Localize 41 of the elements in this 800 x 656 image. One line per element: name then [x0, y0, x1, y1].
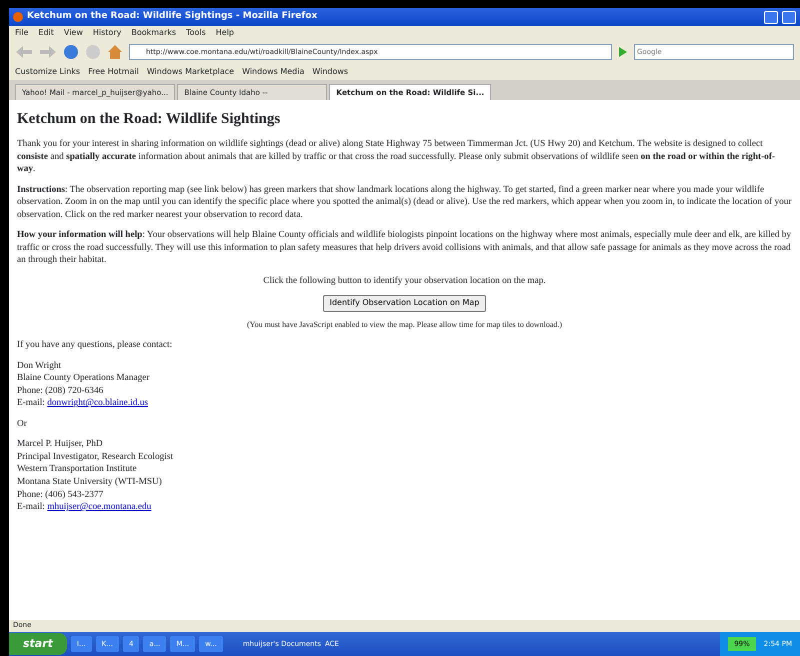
instruction-text: Click the following button to identify your observation location on the map. [262, 274, 547, 288]
identify-location-button[interactable]: Identify Observation Location on Map [322, 295, 486, 312]
bookmark-link[interactable]: Free Hotmail [88, 66, 139, 78]
minimize-button[interactable] [764, 10, 778, 24]
bookmark-link[interactable]: Windows Marketplace [146, 66, 234, 78]
start-button[interactable]: start [9, 632, 67, 656]
contact-line: Phone: (208) 720-6346 [17, 384, 104, 398]
paragraph: How your information will help: Your observations will help Blaine County officials and wildlife biologists pinpoint locations on the highway where most animals, especially mule deer and elk, are killed by traffic or cross the road successfully. They will use this information to plan safety measures that help drivers avoid collisions with animals, and that allow safe passage for animals as they move across the road an through their habitat. [17, 229, 792, 267]
contact-line: Principal Investigator, Research Ecologist [17, 450, 174, 464]
contact-intro: If you have any questions, please contact: [17, 339, 174, 352]
menu-item[interactable]: Help [216, 27, 234, 39]
contact-line: Phone: (406) 543-2377 [17, 488, 104, 502]
menu-item[interactable]: Bookmarks [131, 27, 176, 39]
window-title: Ketchum on the Road: Wildlife Sightings - Mozilla Firefox [27, 10, 318, 24]
bookmark-link[interactable]: Windows [312, 66, 348, 78]
note-text: (You must have JavaScript enabled to view the map. Please allow time for map tiles to download.) [246, 320, 564, 332]
forward-icon[interactable] [39, 45, 57, 59]
menu-item[interactable]: History [92, 27, 122, 39]
go-icon[interactable] [618, 46, 628, 58]
menu-item[interactable]: File [15, 27, 28, 39]
bookmark-link[interactable]: Windows Media [242, 66, 304, 78]
bookmark-link[interactable]: Customize Links [15, 66, 80, 78]
restore-button[interactable] [782, 10, 796, 24]
back-icon[interactable] [15, 45, 33, 59]
home-icon[interactable] [107, 44, 123, 60]
contact-line: Montana State University (WTI-MSU) [17, 476, 163, 489]
email-label: E-mail: [17, 502, 46, 512]
email-link[interactable]: donwright@co.blaine.id.us [47, 398, 148, 408]
email-link[interactable]: mhuijser@coe.montana.edu [47, 502, 152, 512]
email-label: E-mail: [17, 398, 46, 408]
contact-line: Western Transportation Institute [17, 463, 138, 476]
paragraph: Instructions: The observation reporting map (see link below) has green markers that show landmark locations along the highway. To get started, find a green marker near where you made your wildlife observation. Zoom in on the map until you can identify the specific place where you spotted the animal(s) (dead or alive). Use the red markers, which appear when you zoom in, to indicate the location of your observation. Click on the red marker nearest your observation to record data. [17, 184, 792, 222]
paragraph: Thank you for your interest in sharing information on wildlife sightings (dead or alive) along State Highway 75 between Timmerman Jct. (US Hwy 20) and Ketchum. The website is designed to collect consiste and spatially accurate information about animals that are killed by traffic or that cross the road successfully. Please only submit observations of wildlife seen on the road or within the right-of-way. [17, 138, 776, 176]
page-heading: Ketchum on the Road: Wildlife Sightings [17, 110, 282, 128]
separator-text: Or [17, 418, 28, 430]
menu-item[interactable]: View [64, 27, 83, 39]
menu-item[interactable]: Tools [186, 27, 206, 39]
contact-line: Don Wright [17, 360, 62, 372]
contact-line: Marcel P. Huijser, PhD [17, 438, 104, 451]
contact-line: Blaine County Operations Manager [17, 372, 150, 385]
menu-item[interactable]: Edit [38, 27, 54, 39]
